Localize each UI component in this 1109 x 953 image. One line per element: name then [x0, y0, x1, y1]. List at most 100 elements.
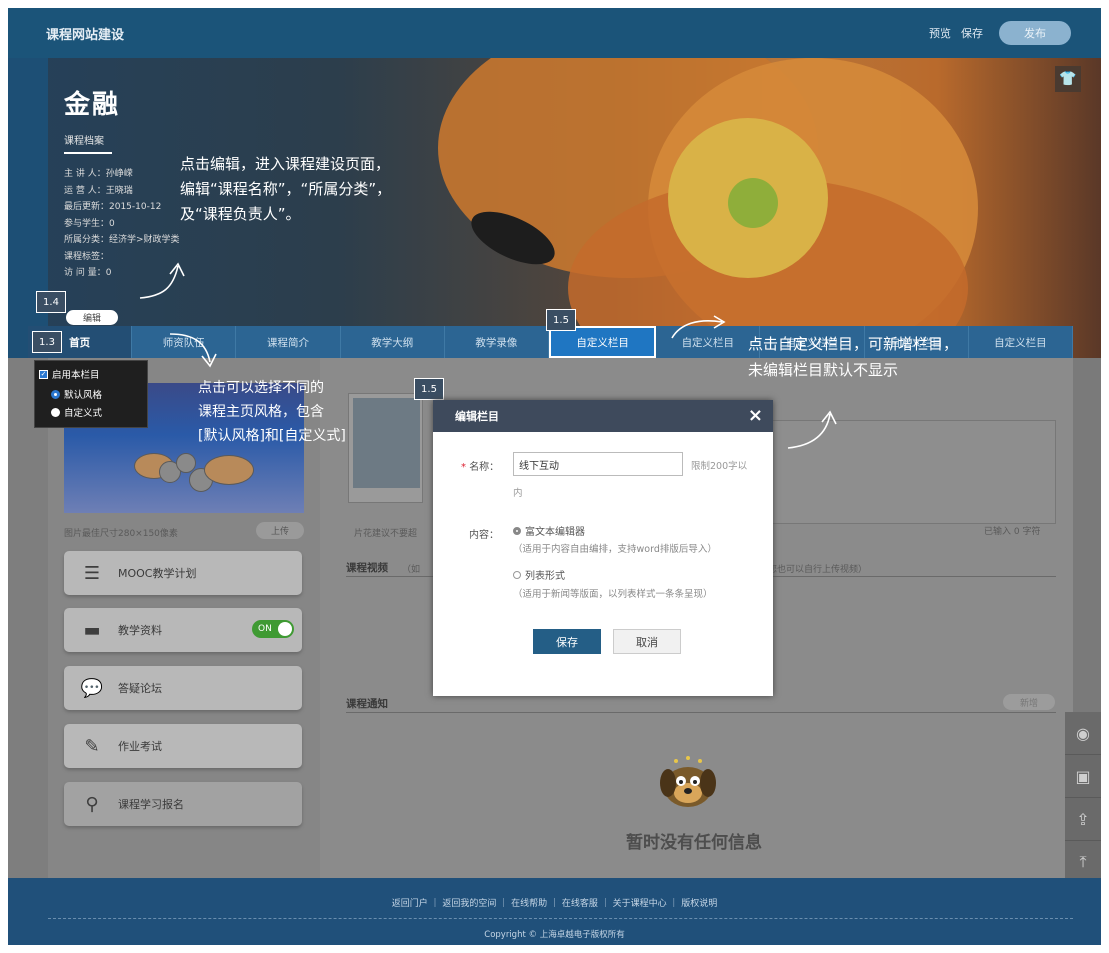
publish-button[interactable]: 发布 [999, 21, 1071, 45]
save-button[interactable]: 保存 [533, 629, 601, 654]
banner-left-edge [8, 58, 48, 358]
video-hint-right: 您也可以自行上传视频） [768, 565, 868, 575]
footer-links[interactable]: 返回门户 ｜ 返回我的空间 ｜ 在线帮助 ｜ 在线客服 ｜ 关于课程中心 ｜ 版… [8, 896, 1101, 909]
cancel-button[interactable]: 取消 [613, 629, 681, 654]
name-label: 名称： [469, 462, 500, 473]
name-limit-hint: 限制200字以 [691, 461, 748, 472]
style-annotation: 点击可以选择不同的 课程主页风格，包含 [默认风格]和[自定义式] [198, 376, 346, 448]
edit-button[interactable]: 编辑 [66, 310, 118, 325]
dialog-title: 编辑栏目 [455, 410, 499, 423]
enable-label: 启用本栏目 [52, 370, 100, 381]
nav-intro[interactable]: 课程简介 [236, 326, 341, 358]
name-limit-hint-2: 内 [513, 488, 523, 499]
radio-icon [51, 407, 60, 417]
site-title: 课程网站建设 [46, 28, 125, 43]
menu-label: 作业考试 [118, 740, 162, 753]
annotation-line: [默认风格]和[自定义式] [198, 428, 346, 444]
menu-label: 课程学习报名 [118, 798, 184, 811]
step-badge-1-5-nav: 1.5 [546, 309, 576, 331]
annotation-line: 点击编辑，进入课程建设页面， [180, 155, 391, 173]
menu-enroll[interactable]: ⚲ 课程学习报名 [64, 782, 302, 826]
arrow-to-dropdown [169, 333, 217, 368]
chat-icon: 💬 [80, 677, 104, 699]
list-icon: ☰ [83, 562, 101, 584]
menu-materials[interactable]: ▬ 教学资料 ON [64, 608, 302, 652]
footer-divider [48, 918, 1073, 919]
nav-videos[interactable]: 教学录像 [445, 326, 550, 358]
save-icon[interactable]: ▣ [1065, 755, 1101, 798]
char-count: 已输入 0 字符 [984, 527, 1041, 537]
rich-text-desc: （适用于内容自由编排，支持word排版后导入） [513, 544, 717, 555]
radio-selected-icon [513, 526, 521, 535]
copyright: Copyright © 上海卓越电子版权所有 [484, 930, 625, 940]
save-link[interactable]: 保存 [961, 25, 983, 41]
step-badge-1-3: 1.3 [32, 331, 62, 353]
trailer-thumbnail [348, 393, 423, 503]
top-bar: 课程网站建设 预览 保存 发布 [8, 8, 1101, 58]
default-style-label: 默认风格 [64, 390, 103, 401]
edit-icon: ✎ [84, 735, 100, 757]
app-window: 课程网站建设 预览 保存 发布 👕 金融 课程档案 主 讲 人：孙峥嵘 运 营 … [8, 8, 1101, 945]
annotation-line: 未编辑栏目默认不显示 [748, 361, 899, 379]
upload-button[interactable]: 上传 [256, 522, 304, 539]
column-name-input[interactable] [513, 452, 683, 476]
page-footer: 返回门户 ｜ 返回我的空间 ｜ 在线帮助 ｜ 在线客服 ｜ 关于课程中心 ｜ 版… [8, 878, 1101, 945]
arrow-to-modal [787, 410, 837, 449]
nav-syllabus[interactable]: 教学大纲 [341, 326, 445, 358]
video-hint-left: （如 [402, 565, 421, 575]
materials-toggle[interactable]: ON [252, 620, 294, 638]
thumbnail-preview [353, 398, 420, 488]
meta-students: 参与学生：0 [64, 218, 115, 229]
meta-lecturer: 主 讲 人：孙峥嵘 [64, 169, 133, 179]
hand-figure [204, 455, 254, 485]
empty-message: 暂时没有任何信息 [626, 833, 762, 853]
menu-homework[interactable]: ✎ 作业考试 [64, 724, 302, 768]
rich-text-option[interactable]: 富文本编辑器 [513, 523, 585, 538]
arrow-to-edit [139, 262, 185, 299]
required-mark: * [461, 462, 466, 473]
check-icon: ✓ [39, 369, 48, 379]
annotation-line: 点击可以选择不同的 [198, 380, 324, 396]
top-actions: 预览 保存 发布 [929, 21, 1071, 45]
video-section-title: 课程视频 [346, 562, 388, 574]
meta-updated: 最后更新：2015-10-12 [64, 202, 162, 212]
menu-forum[interactable]: 💬 答疑论坛 [64, 666, 302, 710]
new-notice-button[interactable]: 新增 [1003, 694, 1055, 710]
radio-icon [513, 570, 521, 579]
theme-shirt-icon[interactable]: 👕 [1055, 66, 1081, 92]
nav-custom[interactable]: 自定义栏目 [969, 326, 1074, 358]
rich-text-label: 富文本编辑器 [525, 527, 585, 538]
annotation-line: 课程主页风格，包含 [198, 404, 324, 420]
custom-style-label: 自定义式 [64, 408, 103, 419]
content-label: 内容： [469, 530, 499, 541]
toggle-knob [278, 622, 292, 636]
step-badge-1-5-modal: 1.5 [414, 378, 444, 400]
custom-annotation: 点击自定义栏目，可新增栏目， 未编辑栏目默认不显示 [748, 331, 958, 383]
menu-label: 教学资料 [118, 624, 162, 637]
toggle-label: ON [258, 624, 272, 634]
location-icon: ⚲ [85, 793, 99, 815]
list-form-option[interactable]: 列表形式 [513, 567, 565, 582]
annotation-line: 点击自定义栏目，可新增栏目， [748, 335, 959, 353]
edit-column-dialog: 编辑栏目 × * 名称： 限制200字以 内 内容： 富文本编辑器 （适用于内容… [433, 400, 773, 696]
step-badge-1-4: 1.4 [36, 291, 66, 313]
preview-link[interactable]: 预览 [929, 25, 951, 41]
archive-underline [64, 152, 112, 154]
enable-column-option[interactable]: ✓ 启用本栏目 [39, 367, 100, 381]
list-form-desc: （适用于新闻等版面，以列表样式一条条呈现） [513, 589, 713, 600]
banner-annotation: 点击编辑，进入课程建设页面， 编辑“课程名称”，“所属分类”， 及“课程负责人”… [180, 152, 391, 227]
trailer-hint: 片花建议不要超 [354, 529, 418, 539]
notice-section-title: 课程通知 [346, 698, 388, 710]
folder-icon: ▬ [83, 619, 101, 641]
name-label-row: * 名称： [461, 458, 499, 473]
default-style-option[interactable]: 默认风格 [51, 387, 102, 401]
custom-style-option[interactable]: 自定义式 [51, 405, 102, 419]
close-icon[interactable]: × [748, 405, 763, 426]
share-icon[interactable]: ⇪ [1065, 798, 1101, 841]
archive-label: 课程档案 [64, 136, 104, 147]
eye-icon[interactable]: ◉ [1065, 712, 1101, 755]
menu-label: MOOC教学计划 [118, 567, 197, 580]
menu-mooc-plan[interactable]: ☰ MOOC教学计划 [64, 551, 302, 595]
meta-category: 所属分类：经济学>财政学类 [64, 235, 180, 245]
arrow-to-custom-nav [671, 315, 726, 339]
